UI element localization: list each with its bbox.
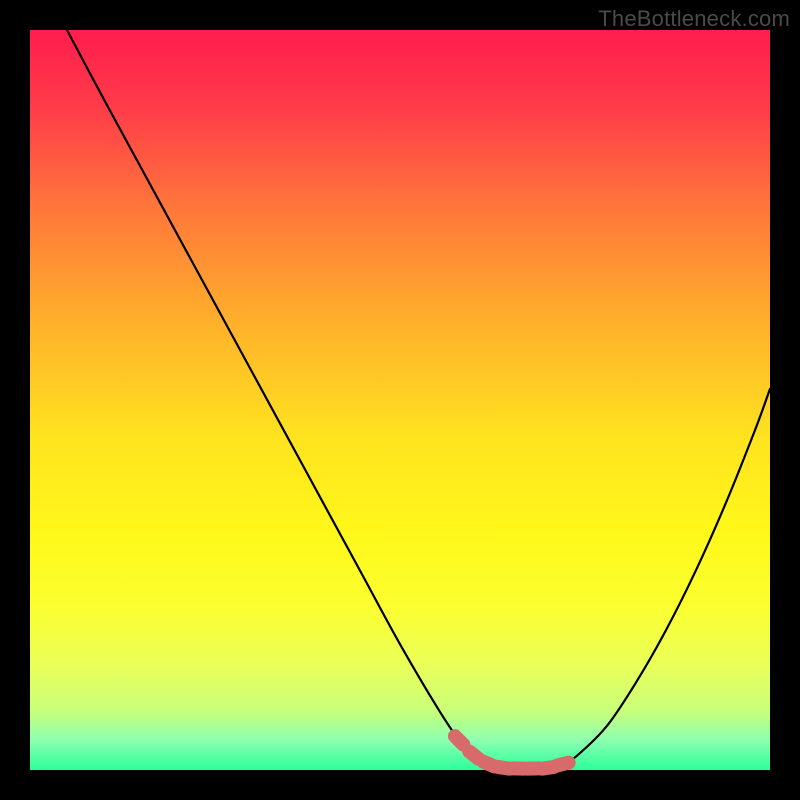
- chart-frame: TheBottleneck.com: [0, 0, 800, 800]
- optimal-range-markers: [445, 726, 577, 776]
- curve-layer: [30, 30, 770, 770]
- bottleneck-curve: [67, 30, 770, 769]
- optimal-marker: [548, 754, 577, 774]
- watermark-text: TheBottleneck.com: [598, 6, 790, 32]
- plot-area: [30, 30, 770, 770]
